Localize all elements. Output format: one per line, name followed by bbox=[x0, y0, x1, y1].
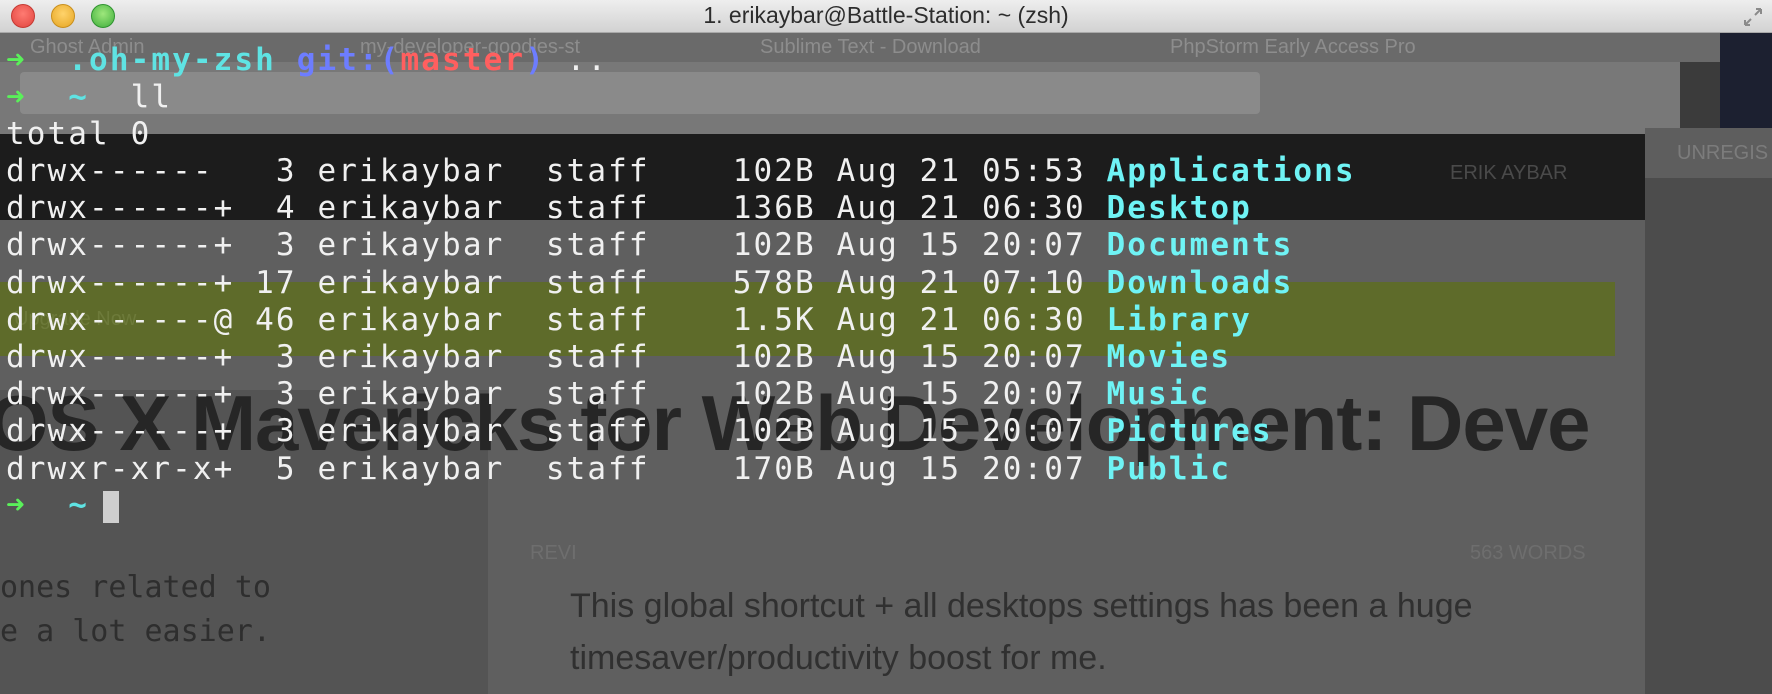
listing-row: drwx------+ 3 erikaybar staff 102B Aug 1… bbox=[6, 337, 1231, 377]
listing-group: staff bbox=[545, 376, 650, 413]
listing-size: 102B bbox=[712, 153, 816, 189]
title-bar[interactable]: 1. erikaybar@Battle-Station: ~ (zsh) bbox=[0, 0, 1772, 33]
listing-size: 136B bbox=[712, 190, 816, 227]
prompt-arrow-icon: ➜ bbox=[6, 42, 27, 78]
listing-link-count: 3 bbox=[255, 413, 297, 450]
listing-owner: erikaybar bbox=[317, 153, 505, 189]
git-label-close: ) bbox=[525, 42, 546, 78]
git-branch: master bbox=[400, 42, 526, 78]
listing-group: staff bbox=[545, 227, 650, 264]
listing-permissions: drwx------+ bbox=[6, 413, 235, 450]
listing-owner: erikaybar bbox=[317, 450, 505, 487]
listing-size: 102B bbox=[712, 376, 816, 413]
listing-group: staff bbox=[545, 450, 650, 487]
listing-size: 102B bbox=[712, 339, 816, 375]
listing-group: staff bbox=[545, 190, 650, 227]
listing-row: drwx------+ 3 erikaybar staff 102B Aug 1… bbox=[6, 411, 1273, 451]
listing-link-count: 17 bbox=[255, 264, 297, 301]
listing-permissions: drwx------+ bbox=[6, 376, 235, 413]
listing-name[interactable]: Documents bbox=[1107, 227, 1294, 263]
fullscreen-icon[interactable] bbox=[1742, 6, 1764, 28]
listing-name[interactable]: Library bbox=[1107, 302, 1252, 338]
listing-link-count: 3 bbox=[255, 227, 297, 264]
prompt-command: ll bbox=[130, 79, 173, 115]
listing-date: Aug 15 20:07 bbox=[836, 450, 1086, 487]
listing-link-count: 4 bbox=[255, 190, 297, 227]
terminal-output[interactable]: ➜ .oh-my-zsh git:(master) .. ➜ ~ ll tota… bbox=[0, 40, 1772, 694]
prompt-directory: .oh-my-zsh bbox=[68, 42, 276, 78]
listing-permissions: drwx------+ bbox=[6, 227, 235, 264]
prompt-line: ➜ ~ ll bbox=[6, 77, 172, 117]
prompt-line: ➜ ~ bbox=[6, 485, 120, 525]
listing-owner: erikaybar bbox=[317, 264, 505, 301]
listing-link-count: 3 bbox=[255, 376, 297, 413]
listing-row: drwx------+ 4 erikaybar staff 136B Aug 2… bbox=[6, 188, 1252, 228]
listing-date: Aug 15 20:07 bbox=[836, 413, 1086, 450]
listing-name[interactable]: Downloads bbox=[1107, 265, 1294, 301]
listing-size: 1.5K bbox=[712, 301, 816, 338]
listing-date: Aug 15 20:07 bbox=[836, 339, 1086, 375]
listing-size: 102B bbox=[712, 227, 816, 264]
listing-owner: erikaybar bbox=[317, 227, 505, 264]
listing-group: staff bbox=[545, 153, 650, 189]
prompt-arrow-icon: ➜ bbox=[6, 487, 27, 523]
listing-name[interactable]: Applications bbox=[1107, 153, 1356, 189]
listing-link-count: 3 bbox=[255, 153, 297, 189]
git-label: git:( bbox=[296, 42, 401, 78]
prompt-command: .. bbox=[566, 42, 609, 78]
listing-owner: erikaybar bbox=[317, 190, 505, 227]
text-cursor bbox=[103, 490, 120, 523]
listing-row: drwx------+ 3 erikaybar staff 102B Aug 1… bbox=[6, 225, 1293, 265]
window-title: 1. erikaybar@Battle-Station: ~ (zsh) bbox=[703, 2, 1069, 28]
listing-name[interactable]: Music bbox=[1107, 376, 1211, 412]
prompt-arrow-icon: ➜ bbox=[6, 79, 27, 115]
listing-size: 578B bbox=[712, 264, 816, 301]
listing-date: Aug 21 06:30 bbox=[836, 190, 1086, 227]
listing-row: drwx------+ 3 erikaybar staff 102B Aug 1… bbox=[6, 374, 1210, 414]
listing-name[interactable]: Movies bbox=[1107, 339, 1232, 375]
listing-size: 102B bbox=[712, 413, 816, 450]
listing-size: 170B bbox=[712, 450, 816, 487]
listing-permissions: drwx------+ bbox=[6, 190, 235, 227]
listing-date: Aug 21 07:10 bbox=[836, 264, 1086, 301]
listing-owner: erikaybar bbox=[317, 301, 505, 338]
listing-name[interactable]: Pictures bbox=[1107, 413, 1273, 449]
prompt-directory: ~ bbox=[68, 79, 90, 115]
listing-group: staff bbox=[545, 413, 650, 450]
listing-date: Aug 15 20:07 bbox=[836, 376, 1086, 413]
listing-row: drwx------@ 46 erikaybar staff 1.5K Aug … bbox=[6, 300, 1252, 340]
listing-name[interactable]: Public bbox=[1107, 451, 1232, 487]
listing-permissions: drwx------+ bbox=[6, 339, 235, 375]
listing-permissions: drwx------@ bbox=[6, 301, 235, 338]
listing-date: Aug 21 06:30 bbox=[836, 301, 1086, 338]
listing-row: drwx------+ 17 erikaybar staff 578B Aug … bbox=[6, 263, 1293, 303]
prompt-line: ➜ .oh-my-zsh git:(master) .. bbox=[6, 40, 608, 80]
total-line: total 0 bbox=[6, 116, 152, 152]
listing-link-count: 3 bbox=[255, 339, 297, 375]
listing-permissions: drwx------ bbox=[6, 153, 235, 189]
listing-date: Aug 15 20:07 bbox=[836, 227, 1086, 264]
listing-permissions: drwx------+ bbox=[6, 264, 235, 301]
listing-owner: erikaybar bbox=[317, 376, 505, 413]
listing-group: staff bbox=[545, 301, 650, 338]
listing-row: drwxr-xr-x+ 5 erikaybar staff 170B Aug 1… bbox=[6, 449, 1231, 489]
listing-group: staff bbox=[545, 339, 650, 375]
prompt-directory: ~ bbox=[68, 487, 90, 523]
listing-owner: erikaybar bbox=[317, 413, 505, 450]
listing-permissions: drwxr-xr-x+ bbox=[6, 450, 235, 487]
listing-group: staff bbox=[545, 264, 650, 301]
listing-owner: erikaybar bbox=[317, 339, 505, 375]
listing-link-count: 5 bbox=[255, 450, 297, 487]
listing-name[interactable]: Desktop bbox=[1107, 190, 1252, 226]
terminal-window: 1. erikaybar@Battle-Station: ~ (zsh) Gho… bbox=[0, 0, 1772, 694]
listing-date: Aug 21 05:53 bbox=[836, 153, 1086, 189]
listing-row: drwx------ 3 erikaybar staff 102B Aug 21… bbox=[6, 151, 1356, 191]
listing-link-count: 46 bbox=[255, 301, 297, 338]
